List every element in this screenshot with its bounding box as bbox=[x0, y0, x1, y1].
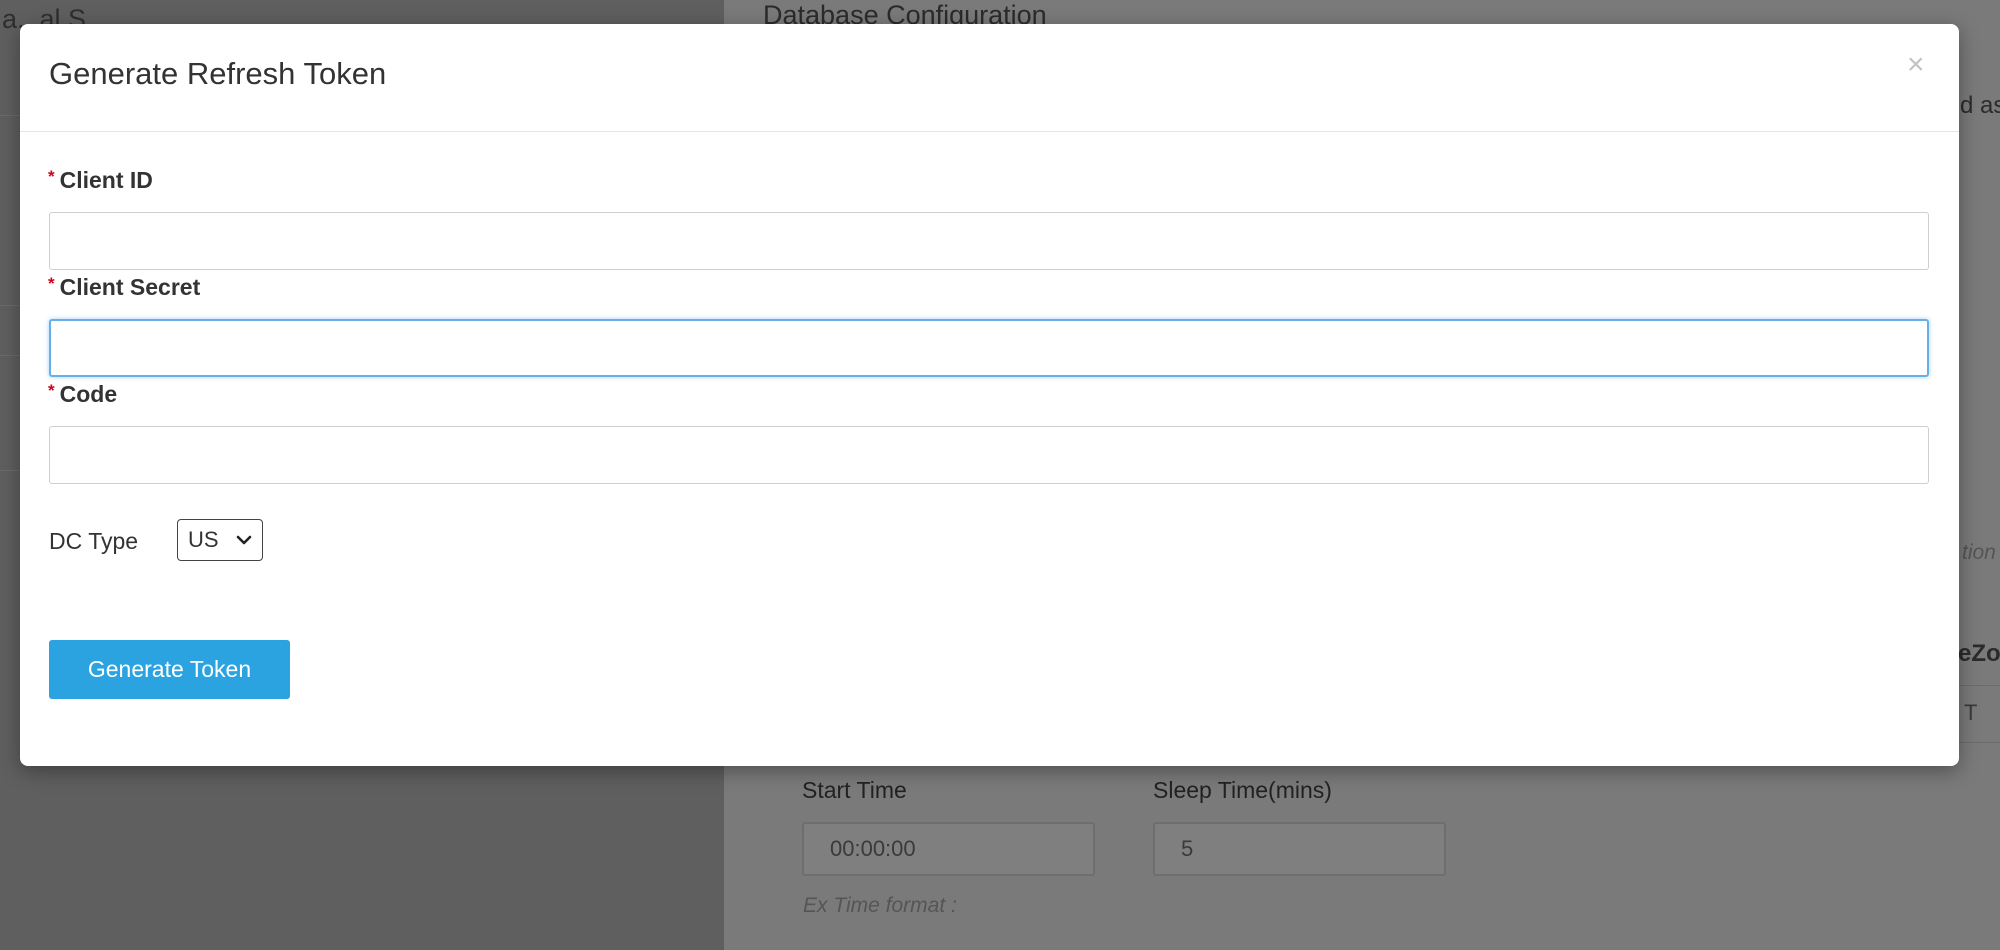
client-secret-input[interactable] bbox=[49, 319, 1929, 377]
chevron-down-icon bbox=[236, 535, 252, 545]
code-label: * Code bbox=[48, 381, 117, 408]
background-right-edge-text: d as bbox=[1960, 92, 2000, 119]
generate-refresh-token-modal: Generate Refresh Token × * Client ID * Cli… bbox=[20, 24, 1959, 766]
background-right-edge-header: eZo bbox=[1958, 640, 2000, 667]
page: a...al S... Database Configuration d as … bbox=[0, 0, 2000, 950]
modal-title: Generate Refresh Token bbox=[49, 56, 387, 91]
close-icon[interactable]: × bbox=[1907, 50, 1925, 80]
background-right-edge-value: T bbox=[1964, 700, 1978, 725]
code-label-text: Code bbox=[59, 381, 118, 407]
client-id-input[interactable] bbox=[49, 212, 1929, 270]
client-secret-label-text: Client Secret bbox=[59, 274, 201, 300]
required-marker: * bbox=[48, 274, 55, 293]
required-marker: * bbox=[48, 167, 55, 186]
dc-type-select[interactable]: US bbox=[177, 519, 263, 561]
background-divider bbox=[1952, 742, 2000, 743]
background-divider bbox=[1952, 685, 2000, 686]
start-time-label: Start Time bbox=[802, 777, 907, 803]
modal-header: Generate Refresh Token × bbox=[20, 24, 1959, 132]
start-time-format-hint: Ex Time format : bbox=[803, 894, 957, 917]
dc-type-label: DC Type bbox=[49, 528, 139, 554]
generate-token-button[interactable]: Generate Token bbox=[49, 640, 290, 699]
sleep-time-label: Sleep Time(mins) bbox=[1153, 777, 1332, 803]
client-id-label-text: Client ID bbox=[59, 167, 153, 193]
start-time-input[interactable]: 00:00:00 bbox=[802, 822, 1095, 876]
dc-type-selected-value: US bbox=[188, 527, 219, 552]
sleep-time-input[interactable]: 5 bbox=[1153, 822, 1446, 876]
code-input[interactable] bbox=[49, 426, 1929, 484]
required-marker: * bbox=[48, 381, 55, 400]
background-right-edge-hint: tion bbox=[1962, 541, 1996, 564]
client-id-label: * Client ID bbox=[48, 167, 153, 194]
client-secret-label: * Client Secret bbox=[48, 274, 200, 301]
